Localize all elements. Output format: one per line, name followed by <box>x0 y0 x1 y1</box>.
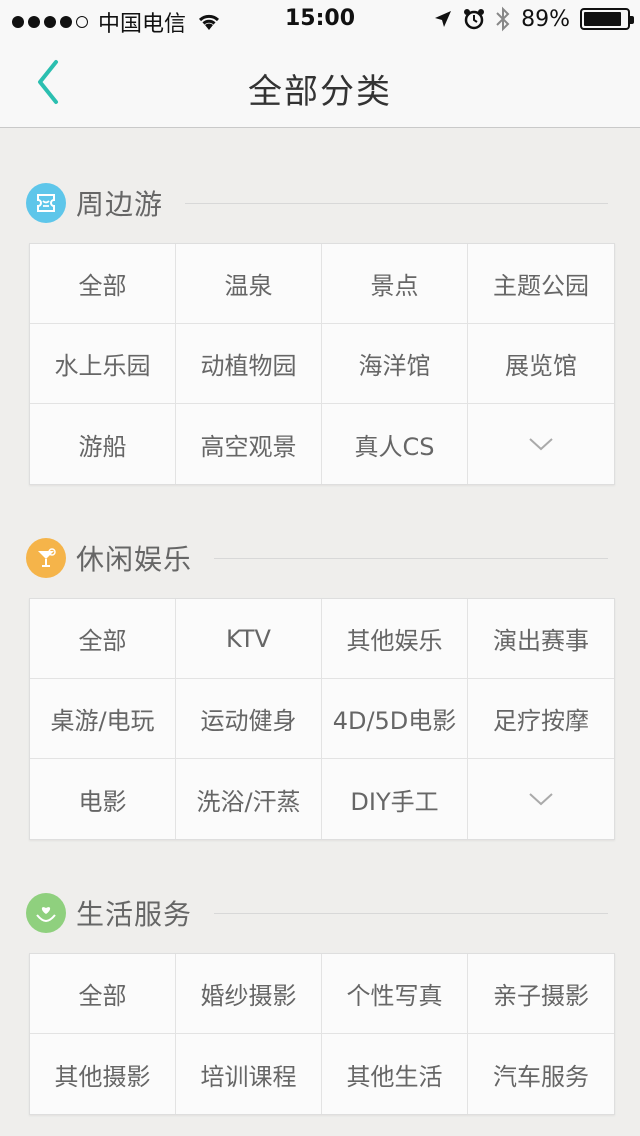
ticket-icon <box>26 183 66 223</box>
category-item[interactable]: 水上乐园 <box>30 324 176 404</box>
category-item[interactable]: 个性写真 <box>322 954 468 1034</box>
section-header: 生活服务 <box>0 890 640 936</box>
section-title: 周边游 <box>76 188 164 221</box>
category-section: 生活服务全部 婚纱摄影 个性写真 亲子摄影其他摄影 培训课程 其他生活 汽车服务 <box>0 890 640 1115</box>
category-item[interactable]: 亲子摄影 <box>468 954 614 1034</box>
category-item[interactable]: 培训课程 <box>176 1034 322 1114</box>
expand-button[interactable] <box>468 404 614 484</box>
heart-hand-icon <box>26 893 66 933</box>
category-item[interactable]: 其他生活 <box>322 1034 468 1114</box>
section-title: 生活服务 <box>76 898 193 931</box>
category-item[interactable]: 主题公园 <box>468 244 614 324</box>
category-grid: 全部 婚纱摄影 个性写真 亲子摄影其他摄影 培训课程 其他生活 汽车服务 <box>29 953 615 1115</box>
category-item[interactable]: 全部 <box>30 954 176 1034</box>
alarm-clock-icon <box>464 9 485 30</box>
category-item[interactable]: 4D/5D电影 <box>322 679 468 759</box>
category-grid: 全部 KTV 其他娱乐 演出赛事桌游/电玩 运动健身 4D/5D电影 足疗按摩电影 洗浴/汗蒸… <box>29 598 615 840</box>
category-item[interactable]: 景点 <box>322 244 468 324</box>
category-item[interactable]: 足疗按摩 <box>468 679 614 759</box>
section-title: 休闲娱乐 <box>76 543 193 576</box>
category-item[interactable]: 运动健身 <box>176 679 322 759</box>
category-item[interactable]: 其他摄影 <box>30 1034 176 1114</box>
category-item[interactable]: 婚纱摄影 <box>176 954 322 1034</box>
chevron-down-icon <box>529 793 553 806</box>
nav-bar: 全部分类 <box>0 40 640 128</box>
category-item[interactable]: 海洋馆 <box>322 324 468 404</box>
section-divider <box>214 912 608 914</box>
chevron-down-icon <box>529 438 553 451</box>
section-header: 周边游 <box>0 180 640 226</box>
section-header: 休闲娱乐 <box>0 535 640 581</box>
category-item[interactable]: 温泉 <box>176 244 322 324</box>
category-list: 周边游 全部 温泉 景点 主题公园 水上乐园 动植物园 海洋馆 展览馆 游船 高空观景 真人CS 休闲娱… <box>0 128 640 1115</box>
section-divider <box>214 557 608 559</box>
category-item[interactable]: 真人CS <box>322 404 468 484</box>
category-item[interactable]: 其他娱乐 <box>322 599 468 679</box>
category-item[interactable]: 全部 <box>30 244 176 324</box>
category-item[interactable]: 高空观景 <box>176 404 322 484</box>
page-title: 全部分类 <box>248 72 392 112</box>
category-item[interactable]: 游船 <box>30 404 176 484</box>
battery-percent: 89% <box>521 6 570 32</box>
bluetooth-icon <box>496 6 510 32</box>
expand-button[interactable] <box>468 759 614 839</box>
category-item[interactable]: 展览馆 <box>468 324 614 404</box>
cocktail-icon <box>26 538 66 578</box>
category-item[interactable]: 桌游/电玩 <box>30 679 176 759</box>
category-item[interactable]: 电影 <box>30 759 176 839</box>
category-item[interactable]: 全部 <box>30 599 176 679</box>
status-right: 89% <box>433 6 634 32</box>
battery-icon <box>580 8 634 30</box>
section-divider <box>185 202 608 204</box>
category-section: 周边游全部 温泉 景点 主题公园水上乐园 动植物园 海洋馆 展览馆游船 高空观景 真人CS <box>0 180 640 485</box>
category-item[interactable]: DIY手工 <box>322 759 468 839</box>
category-grid: 全部 温泉 景点 主题公园水上乐园 动植物园 海洋馆 展览馆游船 高空观景 真人CS <box>29 243 615 485</box>
category-item[interactable]: KTV <box>176 599 322 679</box>
category-item[interactable]: 演出赛事 <box>468 599 614 679</box>
category-item[interactable]: 汽车服务 <box>468 1034 614 1114</box>
location-arrow-icon <box>435 11 452 27</box>
category-section: 休闲娱乐全部 KTV 其他娱乐 演出赛事桌游/电玩 运动健身 4D/5D电影 足疗按摩电影洗… <box>0 535 640 840</box>
category-item[interactable]: 动植物园 <box>176 324 322 404</box>
category-item[interactable]: 洗浴/汗蒸 <box>176 759 322 839</box>
status-bar: 中国电信 15:00 89% <box>0 0 640 40</box>
